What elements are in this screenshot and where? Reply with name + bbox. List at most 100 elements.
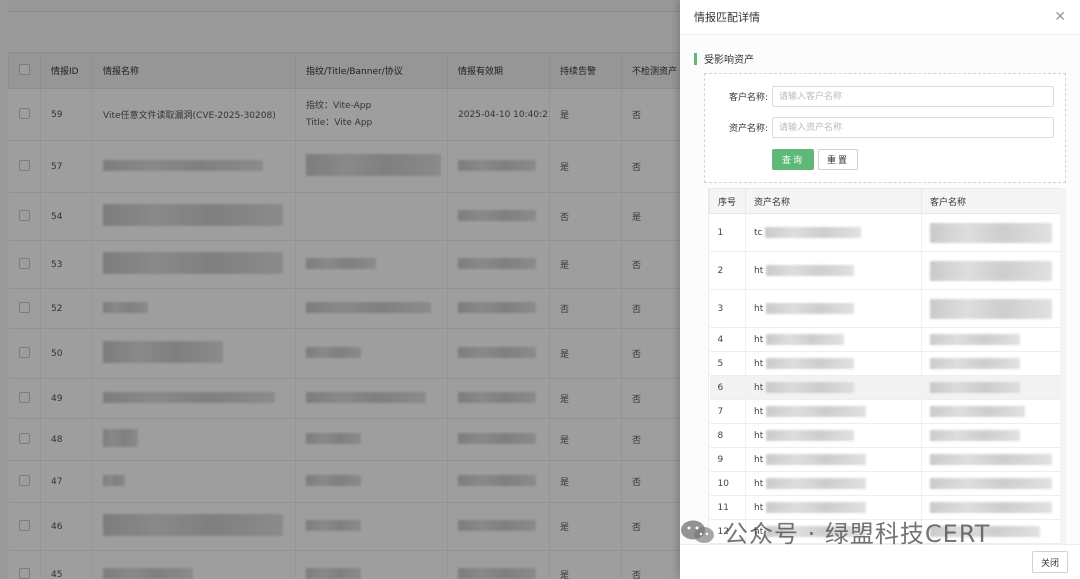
customer-row: 客户名称:	[705, 86, 1054, 107]
customer-name	[921, 399, 1062, 424]
modal-overlay[interactable]	[0, 0, 680, 579]
redacted-text	[766, 454, 867, 465]
customer-name	[921, 327, 1062, 352]
asset-name: ht	[745, 327, 922, 352]
row-no: 4	[709, 327, 746, 352]
col-header-customer: 客户名称	[921, 188, 1062, 214]
redacted-text	[930, 502, 1052, 513]
table-row: 8 ht	[709, 423, 1062, 448]
section-header: 受影响资产	[694, 51, 754, 66]
customer-name	[921, 375, 1062, 400]
asset-table-container: 序号 资产名称 客户名称 1 tc 2 ht 3 ht 4 ht 5 ht 6 …	[708, 188, 1066, 544]
redacted-text	[766, 265, 855, 276]
table-row: 6 ht	[709, 375, 1062, 400]
redacted-text	[766, 334, 845, 345]
col-header-no: 序号	[709, 188, 746, 214]
drawer-title: 情报匹配详情	[694, 11, 760, 24]
redacted-text	[930, 406, 1025, 417]
redacted-text	[766, 382, 855, 393]
table-row: 5 ht	[709, 351, 1062, 376]
close-icon[interactable]: ✕	[1054, 10, 1066, 24]
row-no: 1	[709, 213, 746, 252]
row-no: 5	[709, 351, 746, 376]
row-no: 12	[709, 519, 746, 544]
asset-table: 序号 资产名称 客户名称 1 tc 2 ht 3 ht 4 ht 5 ht 6 …	[709, 188, 1062, 544]
table-row: 9 ht	[709, 447, 1062, 472]
customer-name-input[interactable]	[772, 86, 1054, 107]
row-no: 10	[709, 471, 746, 496]
asset-name: ht	[745, 289, 922, 328]
asset-name: ht	[745, 251, 922, 290]
customer-name	[921, 213, 1062, 252]
row-no: 11	[709, 495, 746, 520]
row-no: 9	[709, 447, 746, 472]
customer-name	[921, 471, 1062, 496]
customer-name	[921, 423, 1062, 448]
query-button[interactable]: 查询	[772, 149, 814, 170]
table-row: 11 ht	[709, 495, 1062, 520]
table-row: 1 tc	[709, 213, 1062, 252]
row-no: 7	[709, 399, 746, 424]
table-row: 7 ht	[709, 399, 1062, 424]
background-page: 情报ID 情报名称 指纹/Title/Banner/协议 情报有效期 持续告警 …	[0, 0, 680, 579]
row-no: 6	[709, 375, 746, 400]
row-no: 8	[709, 423, 746, 448]
reset-button[interactable]: 重置	[818, 149, 858, 170]
redacted-text	[930, 260, 1052, 281]
table-row: 10 ht	[709, 471, 1062, 496]
redacted-text	[930, 526, 1040, 537]
redacted-text	[930, 430, 1020, 441]
table-row: 4 ht	[709, 327, 1062, 352]
customer-name	[921, 447, 1062, 472]
filter-form: 客户名称: 资产名称: 查询 重置	[704, 73, 1066, 183]
redacted-text	[930, 478, 1052, 489]
table-row: 3 ht	[709, 289, 1062, 328]
section-title: 受影响资产	[704, 55, 754, 66]
asset-name: ht	[745, 447, 922, 472]
asset-table-header: 序号 资产名称 客户名称	[709, 188, 1062, 214]
redacted-text	[930, 454, 1052, 465]
redacted-text	[930, 334, 1020, 345]
redacted-text	[930, 382, 1020, 393]
redacted-text	[766, 406, 867, 417]
redacted-text	[766, 526, 867, 537]
customer-name	[921, 251, 1062, 290]
table-row: 12 ht	[709, 519, 1062, 544]
section-accent-bar	[694, 52, 697, 65]
close-button[interactable]: 关闭	[1032, 551, 1068, 573]
customer-name	[921, 519, 1062, 544]
asset-row: 资产名称:	[705, 117, 1054, 138]
redacted-text	[766, 358, 855, 369]
redacted-text	[766, 430, 855, 441]
redacted-text	[930, 298, 1052, 319]
redacted-text	[766, 303, 855, 314]
redacted-text	[765, 227, 862, 238]
redacted-text	[766, 478, 867, 489]
asset-name: ht	[745, 519, 922, 544]
drawer-body: 受影响资产 客户名称: 资产名称: 查询 重置 序号 资产名称	[680, 35, 1080, 544]
customer-name	[921, 495, 1062, 520]
asset-name: ht	[745, 399, 922, 424]
asset-label: 资产名称:	[728, 124, 768, 134]
row-no: 2	[709, 251, 746, 290]
drawer-header: 情报匹配详情 ✕	[680, 0, 1080, 35]
redacted-text	[930, 222, 1052, 243]
customer-name	[921, 351, 1062, 376]
asset-name: ht	[745, 495, 922, 520]
redacted-text	[930, 358, 1020, 369]
asset-name: ht	[745, 423, 922, 448]
asset-name-input[interactable]	[772, 117, 1054, 138]
customer-label: 客户名称:	[728, 93, 768, 103]
vertical-scrollbar[interactable]	[1060, 188, 1066, 544]
customer-name	[921, 289, 1062, 328]
asset-name: ht	[745, 471, 922, 496]
intel-match-drawer: 情报匹配详情 ✕ 受影响资产 客户名称: 资产名称: 查询 重置	[680, 0, 1080, 579]
table-row: 2 ht	[709, 251, 1062, 290]
drawer-footer: 关闭	[680, 544, 1080, 579]
row-no: 3	[709, 289, 746, 328]
asset-name: ht	[745, 375, 922, 400]
col-header-asset: 资产名称	[745, 188, 922, 214]
asset-name: ht	[745, 351, 922, 376]
asset-name: tc	[745, 213, 922, 252]
redacted-text	[766, 502, 867, 513]
